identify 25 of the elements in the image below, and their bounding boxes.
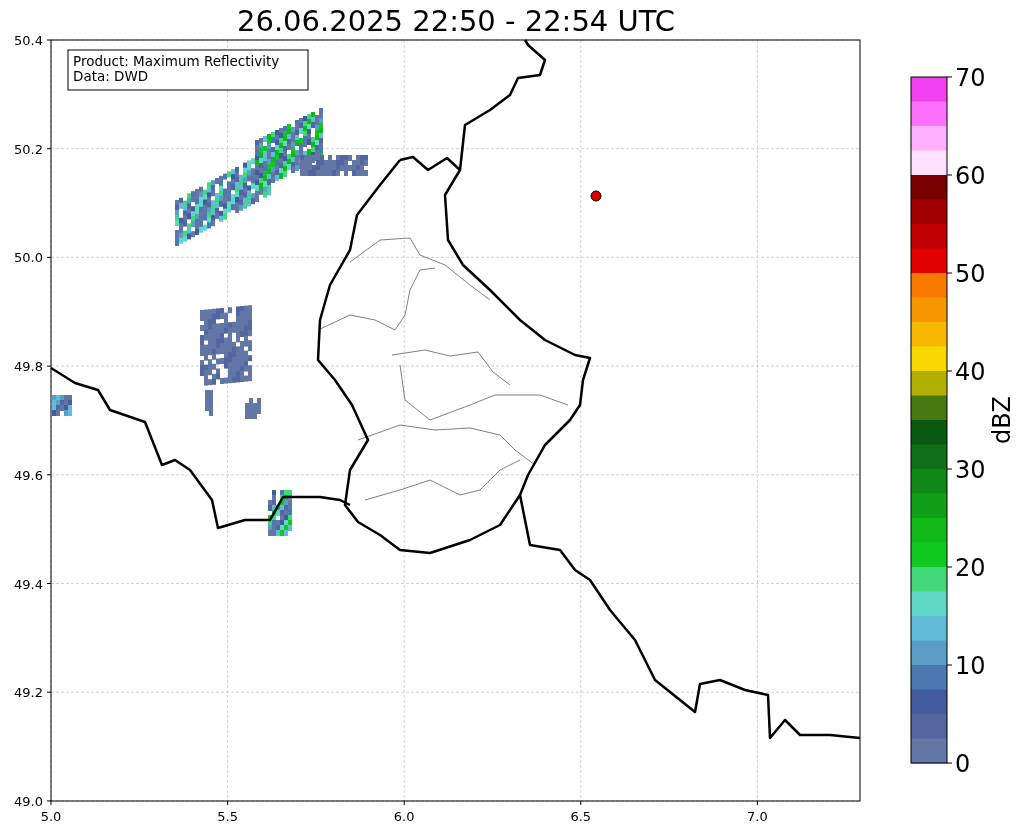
location-marker bbox=[590, 190, 602, 202]
colorbar-tick-label: 10 bbox=[955, 652, 986, 680]
colorbar-tick-label: 0 bbox=[955, 750, 971, 778]
chart-title: 26.06.2025 22:50 - 22:54 UTC bbox=[236, 4, 676, 38]
axis-tick-label: 50.0 bbox=[14, 250, 43, 266]
axis-tick-label: 49.8 bbox=[14, 359, 43, 375]
axis-tick-label: 5.0 bbox=[40, 809, 62, 824]
axis-tick-label: 50.2 bbox=[14, 141, 43, 157]
axis-tick-label: 7.0 bbox=[747, 809, 768, 824]
info-box: Product: Maximum Reflectivity Data: DWD bbox=[67, 49, 309, 91]
axis-tick-label: 50.4 bbox=[14, 33, 43, 48]
colorbar-tick-label: 60 bbox=[955, 162, 986, 190]
colorbar-tick-label: 50 bbox=[955, 260, 986, 288]
axis-tick-label: 6.0 bbox=[393, 809, 415, 824]
colorbar-tick-label: 40 bbox=[955, 358, 986, 386]
colorbar-tick-label: 20 bbox=[955, 554, 986, 582]
axis-tick-label: 49.0 bbox=[14, 793, 43, 809]
colorbar-tick-label: 30 bbox=[955, 456, 986, 484]
axis-tick-label: 6.5 bbox=[570, 809, 592, 824]
colorbar-label: dBZ bbox=[988, 395, 1016, 445]
axis-tick-label: 5.5 bbox=[217, 809, 238, 824]
colorbar-tick-label: 70 bbox=[955, 64, 986, 92]
axis-tick-label: 49.4 bbox=[14, 576, 43, 592]
axis-tick-label: 49.6 bbox=[14, 467, 43, 483]
axis-tick-label: 49.2 bbox=[14, 685, 43, 701]
